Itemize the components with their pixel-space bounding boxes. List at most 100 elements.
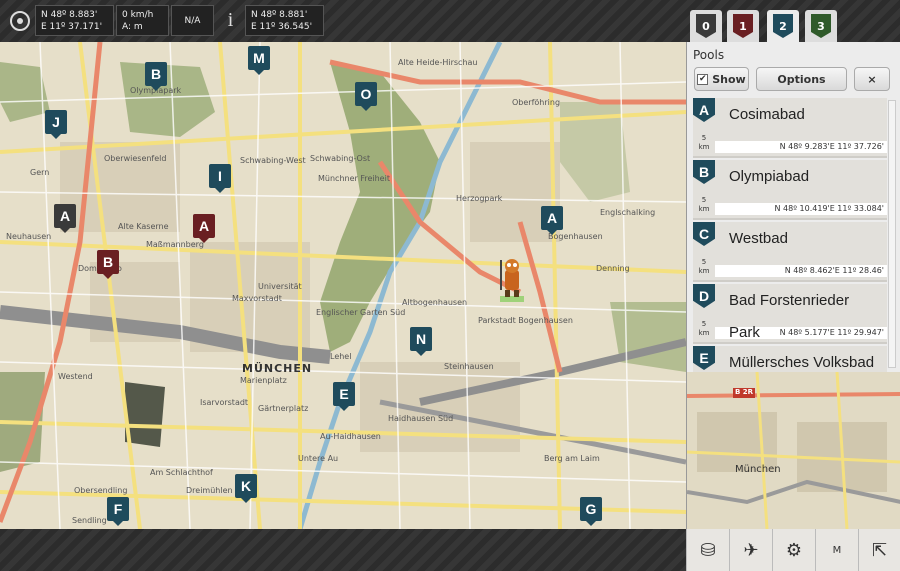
- pool-coords: N 48º 10.419'E 11º 33.084': [715, 203, 887, 215]
- tab-2[interactable]: 2: [767, 10, 799, 42]
- pool-badge: A 5 km: [693, 98, 715, 158]
- pool-distance: 5 km: [693, 258, 715, 276]
- place-label: Am Schlachthof: [150, 468, 213, 477]
- close-button[interactable]: ×: [854, 67, 890, 91]
- map-view[interactable]: MÜNCHEN Alte Heide-Hirschau Oberföhring …: [0, 42, 686, 529]
- map-marker[interactable]: I: [209, 164, 231, 194]
- pools-panel: Pools ✔ Show Options × A 5 km Cosimabad N…: [686, 42, 900, 372]
- marker-label: O: [355, 82, 377, 106]
- place-label: Neuhausen: [6, 232, 52, 241]
- marker-tip: [414, 349, 428, 356]
- tab-0[interactable]: 0: [690, 10, 722, 42]
- place-label: Gern: [30, 168, 50, 177]
- settings-button[interactable]: ⚙: [772, 529, 815, 571]
- m-button[interactable]: M: [815, 529, 858, 571]
- marker-tip: [58, 226, 72, 233]
- pool-badge: B 5 km: [693, 160, 715, 220]
- list-item[interactable]: B 5 km Olympiabad N 48º 10.419'E 11º 33.0…: [693, 160, 887, 220]
- place-label: Maxvorstadt: [232, 294, 282, 303]
- map-marker[interactable]: N: [410, 327, 432, 357]
- place-label: Schwabing-West: [240, 156, 306, 165]
- marker-label: A: [54, 204, 76, 228]
- pool-letter: B: [693, 160, 715, 184]
- list-item[interactable]: D 5 km Bad Forstenrieder Park N 48º 5.177…: [693, 284, 887, 344]
- tab-1[interactable]: 1: [727, 10, 759, 42]
- map-marker[interactable]: K: [235, 474, 257, 504]
- map-marker[interactable]: A: [54, 204, 76, 234]
- gear-icon: ⚙: [785, 539, 803, 561]
- marker-label: A: [541, 206, 563, 230]
- pool-name: Westbad: [729, 230, 788, 247]
- target-lat: N 48º 8.881': [251, 10, 308, 20]
- list-scrollbar[interactable]: [888, 100, 896, 368]
- place-label: Lehel: [330, 352, 352, 361]
- player-avatar-icon[interactable]: [498, 256, 526, 304]
- pool-coords: N 48º 9.283'E 11º 37.726': [715, 141, 887, 153]
- marker-tip: [252, 68, 266, 75]
- map-marker[interactable]: M: [248, 46, 270, 76]
- accuracy-value: A: m: [122, 22, 143, 32]
- pools-list[interactable]: A 5 km Cosimabad N 48º 9.283'E 11º 37.726…: [693, 98, 887, 372]
- distance-unit: km: [698, 143, 710, 151]
- place-label: Steinhausen: [444, 362, 494, 371]
- marker-tip: [49, 132, 63, 139]
- marker-tip: [584, 519, 598, 526]
- pool-badge: E: [693, 346, 715, 372]
- marker-label: I: [209, 164, 231, 188]
- airplane-icon: ✈: [743, 539, 759, 561]
- marker-tip: [359, 104, 373, 111]
- place-label: Oberwiesenfeld: [104, 154, 167, 163]
- place-label: Isarvorstadt: [200, 398, 249, 407]
- pool-name: Olympiabad: [729, 168, 810, 185]
- pool-distance: 5 km: [693, 320, 715, 338]
- marker-label: E: [333, 382, 355, 406]
- map-marker[interactable]: G: [580, 497, 602, 527]
- mini-map-city: München: [735, 464, 781, 475]
- database-button[interactable]: ⛁: [686, 529, 729, 571]
- map-marker[interactable]: E: [333, 382, 355, 412]
- marker-label: G: [580, 497, 602, 521]
- gps-target-icon[interactable]: [4, 5, 35, 36]
- show-checkbox[interactable]: ✔: [697, 73, 709, 85]
- close-icon: ×: [867, 72, 877, 86]
- map-marker[interactable]: B: [97, 250, 119, 280]
- map-marker[interactable]: B: [145, 62, 167, 92]
- list-item[interactable]: C 5 km Westbad N 48º 8.462'E 11º 28.46': [693, 222, 887, 282]
- tab-3[interactable]: 3: [805, 10, 837, 42]
- map-marker[interactable]: O: [355, 82, 377, 112]
- target-position: N 48º 8.881' E 11º 36.545': [245, 5, 324, 36]
- map-marker[interactable]: A: [541, 206, 563, 236]
- app-window: N 48º 8.883' E 11º 37.171' 0 km/h A: m N…: [0, 0, 900, 571]
- status-box: N/A: [171, 5, 214, 36]
- place-label: Altbogenhausen: [402, 298, 468, 307]
- marker-tip: [239, 496, 253, 503]
- place-label: Oberföhring: [512, 98, 561, 107]
- top-bar: N 48º 8.883' E 11º 37.171' 0 km/h A: m N…: [0, 0, 900, 42]
- place-label: Marienplatz: [240, 376, 287, 385]
- show-toggle[interactable]: ✔ Show: [694, 67, 749, 91]
- info-icon[interactable]: i: [215, 5, 246, 36]
- tab-0-label: 0: [696, 14, 716, 38]
- map-marker[interactable]: J: [45, 110, 67, 140]
- list-item[interactable]: A 5 km Cosimabad N 48º 9.283'E 11º 37.726…: [693, 98, 887, 158]
- map-marker[interactable]: A: [193, 214, 215, 244]
- place-label: Münchner Freiheit: [318, 174, 390, 183]
- place-label: Dreimühlen: [186, 486, 233, 495]
- arrow-up-left-icon: ⇱: [871, 539, 888, 561]
- place-label: Obersendling: [74, 486, 128, 495]
- distance-unit: km: [698, 329, 710, 337]
- collapse-button[interactable]: ⇱: [858, 529, 900, 571]
- map-marker[interactable]: F: [107, 497, 129, 527]
- airplane-button[interactable]: ✈: [729, 529, 772, 571]
- list-item[interactable]: E Müllersches Volksbad: [693, 346, 887, 372]
- pool-letter: D: [693, 284, 715, 308]
- marker-tip: [101, 272, 115, 279]
- tab-3-label: 3: [811, 14, 831, 38]
- place-label: Au-Haidhausen: [320, 432, 381, 441]
- place-label: Denning: [596, 264, 630, 273]
- place-label: Untere Au: [298, 454, 339, 463]
- place-label: Herzogpark: [456, 194, 503, 203]
- mini-map[interactable]: B 2R München: [686, 372, 900, 529]
- options-button[interactable]: Options: [756, 67, 847, 91]
- pool-badge: D 5 km: [693, 284, 715, 344]
